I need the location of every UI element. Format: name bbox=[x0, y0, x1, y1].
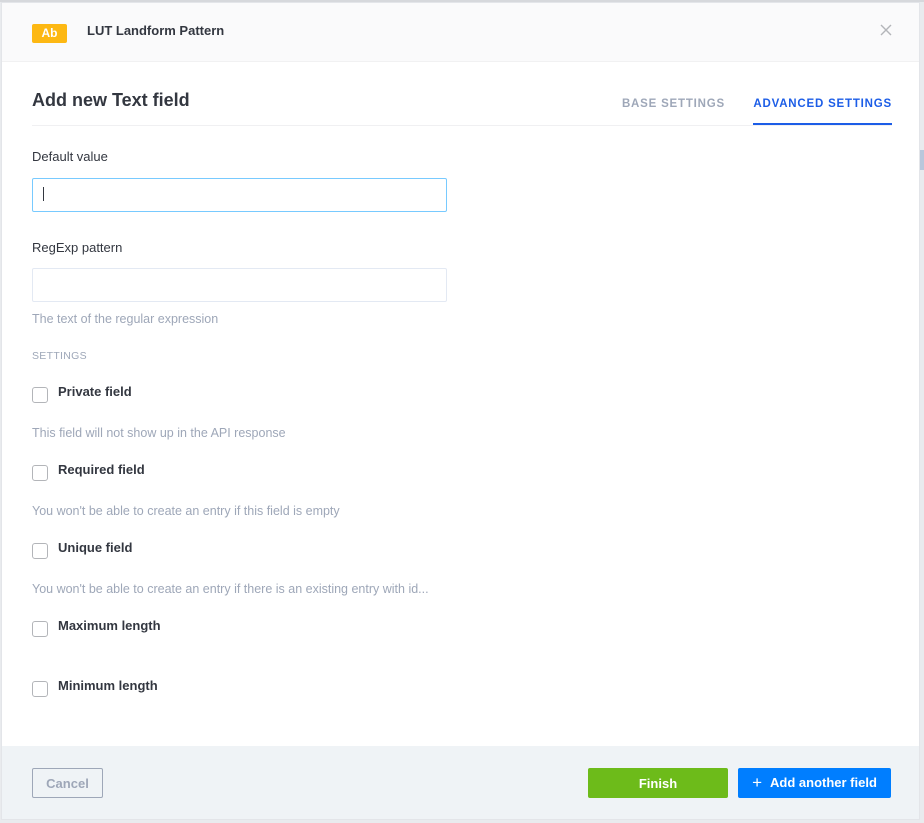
regexp-help: The text of the regular expression bbox=[32, 312, 219, 326]
plus-icon: + bbox=[752, 773, 763, 792]
private-field-help: This field will not show up in the API r… bbox=[32, 426, 286, 440]
tab-base-settings[interactable]: BASE SETTINGS bbox=[622, 96, 725, 126]
modal-footer: Cancel Finish + Add another field bbox=[2, 746, 919, 819]
private-field-label[interactable]: Private field bbox=[58, 384, 132, 399]
tab-advanced-settings[interactable]: ADVANCED SETTINGS bbox=[753, 96, 892, 125]
unique-field-checkbox[interactable] bbox=[32, 543, 48, 559]
regexp-input[interactable] bbox=[32, 268, 447, 302]
default-value-input[interactable] bbox=[32, 178, 447, 212]
required-field-checkbox[interactable] bbox=[32, 465, 48, 481]
close-icon[interactable] bbox=[879, 23, 893, 37]
required-field-label[interactable]: Required field bbox=[58, 462, 145, 477]
required-field-help: You won't be able to create an entry if … bbox=[32, 504, 340, 518]
finish-button[interactable]: Finish bbox=[588, 768, 728, 798]
modal-body: BASE SETTINGS ADVANCED SETTINGS Add new … bbox=[2, 62, 919, 746]
unique-field-label[interactable]: Unique field bbox=[58, 540, 132, 555]
maximum-length-label[interactable]: Maximum length bbox=[58, 618, 161, 633]
default-value-label: Default value bbox=[32, 149, 108, 164]
text-caret bbox=[43, 187, 44, 201]
modal-title: Add new Text field bbox=[32, 90, 190, 110]
add-another-field-button[interactable]: + Add another field bbox=[738, 768, 891, 798]
minimum-length-checkbox[interactable] bbox=[32, 681, 48, 697]
settings-section-title: SETTINGS bbox=[32, 350, 87, 362]
cancel-button[interactable]: Cancel bbox=[32, 768, 103, 798]
modal-header: Ab LUT Landform Pattern bbox=[2, 3, 919, 62]
private-field-checkbox[interactable] bbox=[32, 387, 48, 403]
add-another-field-label: Add another field bbox=[770, 775, 877, 790]
regexp-label: RegExp pattern bbox=[32, 240, 123, 255]
unique-field-help: You won't be able to create an entry if … bbox=[32, 582, 429, 596]
field-type-badge: Ab bbox=[32, 24, 67, 43]
content-type-title: LUT Landform Pattern bbox=[87, 23, 225, 38]
backdrop-edge bbox=[920, 150, 924, 170]
maximum-length-checkbox[interactable] bbox=[32, 621, 48, 637]
minimum-length-label[interactable]: Minimum length bbox=[58, 678, 158, 693]
add-field-modal: Ab LUT Landform Pattern BASE SETTINGS AD… bbox=[1, 2, 920, 820]
